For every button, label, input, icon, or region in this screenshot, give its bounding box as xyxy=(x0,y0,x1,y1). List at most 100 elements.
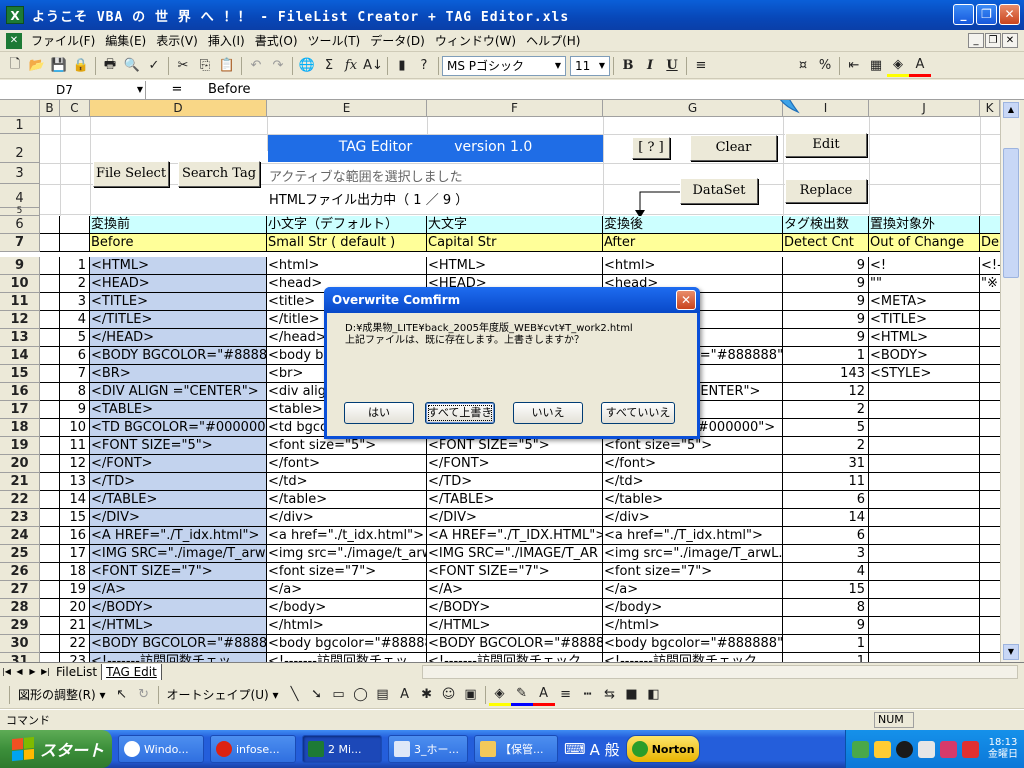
cell-e[interactable]: </td> xyxy=(267,473,427,491)
cell-d[interactable]: <BODY BGCOLOR="#8888 xyxy=(90,635,267,653)
menu-edit[interactable]: 編集(E) xyxy=(100,31,151,51)
row-header[interactable]: 9 xyxy=(0,257,40,275)
cell-i[interactable]: 1 xyxy=(783,653,869,662)
cell-d[interactable]: </DIV> xyxy=(90,509,267,527)
bold-button[interactable]: B xyxy=(617,55,639,77)
cell-j[interactable] xyxy=(869,383,980,401)
menu-insert[interactable]: 挿入(I) xyxy=(203,31,250,51)
autosum-icon[interactable]: Σ xyxy=(318,55,340,77)
cell-g[interactable]: 変換後 xyxy=(603,216,783,234)
wordart-icon[interactable]: A xyxy=(394,684,416,706)
row-header[interactable]: 20 xyxy=(0,455,40,473)
cell-c[interactable]: 20 xyxy=(60,599,90,617)
menu-tools[interactable]: ツール(T) xyxy=(303,31,366,51)
cell-e[interactable]: <img src="./image/t_arwl xyxy=(267,545,427,563)
tab-tag-edit[interactable]: TAG Edit xyxy=(101,663,162,680)
cell-g[interactable]: <a href="./T_idx.html"> xyxy=(603,527,783,545)
cell-b[interactable] xyxy=(40,347,60,365)
draw-adjust-menu[interactable]: 図形の調整(R) ▾ xyxy=(13,685,111,705)
cell-d[interactable]: <DIV ALIGN ="CENTER"> xyxy=(90,383,267,401)
file-select-button[interactable]: File Select xyxy=(93,161,169,187)
cell-g[interactable]: After xyxy=(603,234,783,252)
picture-icon[interactable]: ▣ xyxy=(460,684,482,706)
cut-icon[interactable]: ✂ xyxy=(172,55,194,77)
cell-g[interactable]: </div> xyxy=(603,509,783,527)
row-header[interactable]: 31 xyxy=(0,653,40,662)
cell-i[interactable]: 1 xyxy=(783,635,869,653)
scroll-thumb[interactable] xyxy=(1003,148,1019,278)
cell-j[interactable]: Out of Change xyxy=(869,234,980,252)
cell-i[interactable]: 5 xyxy=(783,419,869,437)
underline-button[interactable]: U xyxy=(661,55,683,77)
overwrite-all-button[interactable]: すべて上書き xyxy=(425,402,495,424)
cell-b[interactable] xyxy=(40,365,60,383)
cell-f[interactable]: Capital Str xyxy=(427,234,603,252)
cell-f[interactable]: <IMG SRC="./IMAGE/T_AR xyxy=(427,545,603,563)
currency-icon[interactable]: ¤ xyxy=(792,55,814,77)
fill-color-icon[interactable]: ◈ xyxy=(488,684,511,706)
row-header[interactable]: 10 xyxy=(0,275,40,293)
cell-f[interactable]: <!-------訪問回数チェック xyxy=(427,653,603,662)
cell-f[interactable]: <FONT SIZE="5"> xyxy=(427,437,603,455)
paste-icon[interactable]: 📋 xyxy=(216,55,238,77)
oval-icon[interactable]: ◯ xyxy=(350,684,372,706)
cell-i[interactable]: 9 xyxy=(783,329,869,347)
cell-i[interactable]: 1 xyxy=(783,347,869,365)
cell-b[interactable] xyxy=(40,401,60,419)
row-header[interactable]: 7 xyxy=(0,234,40,252)
line-style-icon[interactable]: ≡ xyxy=(555,684,577,706)
cell-b[interactable] xyxy=(40,455,60,473)
restore-button[interactable]: ❐ xyxy=(976,4,997,25)
cell-b[interactable] xyxy=(40,383,60,401)
row-header[interactable]: 14 xyxy=(0,347,40,365)
menu-help[interactable]: ヘルプ(H) xyxy=(521,31,585,51)
cell-c[interactable]: 15 xyxy=(60,509,90,527)
row-header[interactable]: 22 xyxy=(0,491,40,509)
cell-k[interactable] xyxy=(980,329,1000,347)
messenger-icon[interactable] xyxy=(940,740,957,758)
workbook-minimize-button[interactable]: _ xyxy=(968,33,984,48)
cell-d[interactable]: <!-------訪問回数チェッ xyxy=(90,653,267,662)
cell-i[interactable]: 143 xyxy=(783,365,869,383)
cell-j[interactable] xyxy=(869,491,980,509)
decrease-indent-icon[interactable]: ⇤ xyxy=(843,55,865,77)
diagram-icon[interactable]: ✱ xyxy=(416,684,438,706)
tab-filelist[interactable]: FileList xyxy=(52,664,101,680)
cell-j[interactable] xyxy=(869,563,980,581)
cell-b[interactable] xyxy=(40,275,60,293)
cell-f[interactable]: </BODY> xyxy=(427,599,603,617)
cell-d[interactable]: <TD BGCOLOR="#000000 xyxy=(90,419,267,437)
row-header[interactable]: 18 xyxy=(0,419,40,437)
copy-icon[interactable]: ⎘ xyxy=(194,55,216,77)
cell-c[interactable]: 3 xyxy=(60,293,90,311)
cell-e[interactable]: <html> xyxy=(267,257,427,275)
taskbar-item-windows[interactable]: Windo... xyxy=(118,735,204,763)
row-header[interactable]: 11 xyxy=(0,293,40,311)
cell-c[interactable] xyxy=(60,216,90,234)
cell-i[interactable]: 6 xyxy=(783,527,869,545)
norton-button[interactable]: Norton xyxy=(625,735,700,763)
print-icon[interactable]: 🖶 xyxy=(99,55,121,77)
cell-b[interactable] xyxy=(40,257,60,275)
cell-e[interactable]: Small Str ( default ) xyxy=(267,234,427,252)
menu-format[interactable]: 書式(O) xyxy=(250,31,303,51)
cell-f[interactable]: 大文字 xyxy=(427,216,603,234)
volume-icon[interactable] xyxy=(918,740,935,758)
cell-g[interactable]: </td> xyxy=(603,473,783,491)
cell-i[interactable]: 3 xyxy=(783,545,869,563)
cell-k[interactable] xyxy=(980,293,1000,311)
column-header-j[interactable]: J xyxy=(869,100,980,117)
menu-view[interactable]: 表示(V) xyxy=(151,31,203,51)
cell-e[interactable]: </body> xyxy=(267,599,427,617)
cell-k[interactable] xyxy=(980,491,1000,509)
cell-g[interactable]: </a> xyxy=(603,581,783,599)
arrow-style-icon[interactable]: ⇆ xyxy=(599,684,621,706)
cell-d[interactable]: </TD> xyxy=(90,473,267,491)
column-header-b[interactable]: B xyxy=(40,100,60,117)
cell-d[interactable]: <TITLE> xyxy=(90,293,267,311)
cell-k[interactable] xyxy=(980,383,1000,401)
cell-i[interactable]: 9 xyxy=(783,311,869,329)
row-header[interactable]: 26 xyxy=(0,563,40,581)
cell-e[interactable]: </html> xyxy=(267,617,427,635)
row-header[interactable]: 2 xyxy=(0,134,40,163)
